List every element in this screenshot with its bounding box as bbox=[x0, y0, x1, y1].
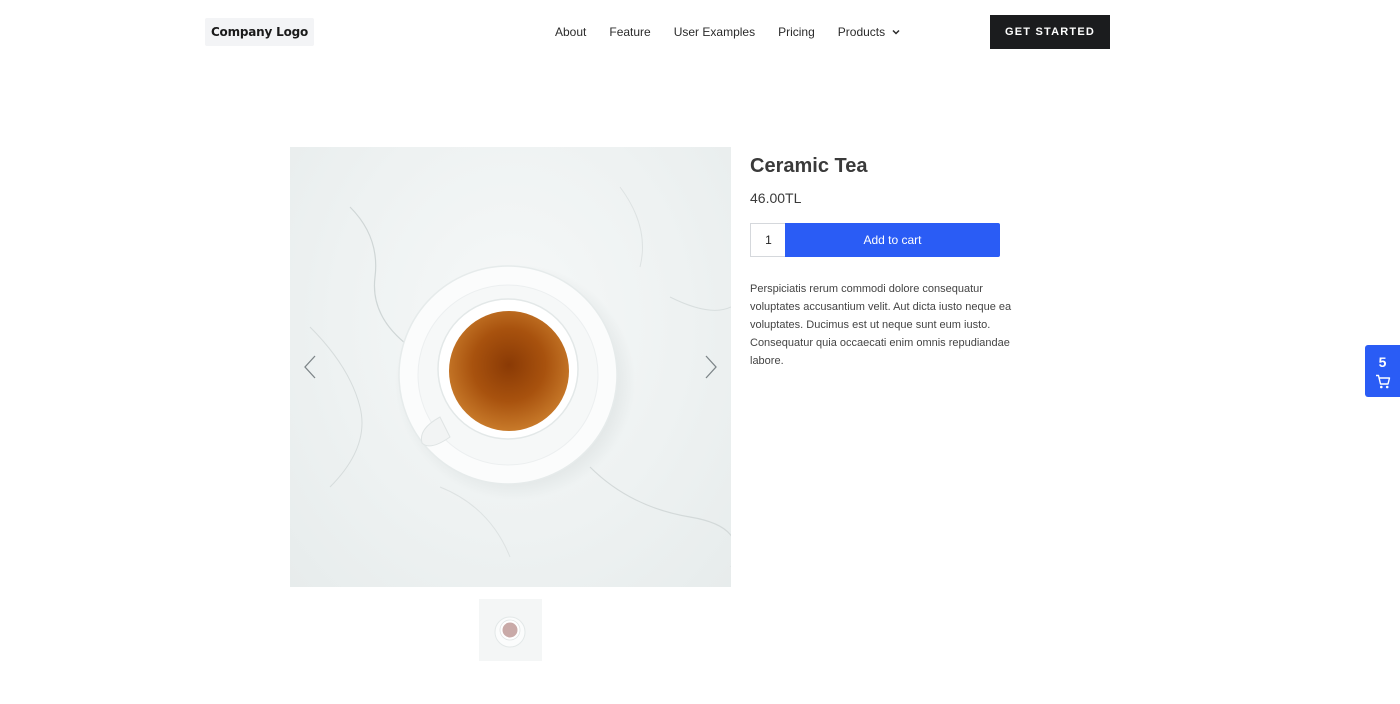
quantity-input[interactable] bbox=[750, 223, 786, 257]
main-nav: About Feature User Examples Pricing Prod… bbox=[555, 24, 901, 40]
carousel-prev-arrow-icon[interactable] bbox=[302, 354, 318, 380]
nav-about[interactable]: About bbox=[555, 24, 586, 40]
floating-cart-button[interactable]: 5 bbox=[1365, 345, 1400, 397]
product-description: Perspiciatis rerum commodi dolore conseq… bbox=[750, 283, 1012, 367]
product-image bbox=[309, 186, 731, 567]
nav-pricing[interactable]: Pricing bbox=[778, 24, 815, 40]
carousel-next-arrow-icon[interactable] bbox=[703, 354, 719, 380]
get-started-button[interactable]: GET STARTED bbox=[990, 15, 1110, 49]
chevron-down-icon bbox=[892, 29, 900, 35]
cart-count-badge: 5 bbox=[1378, 353, 1387, 370]
nav-products-label: Products bbox=[837, 25, 886, 39]
product-thumbnail[interactable] bbox=[479, 599, 542, 661]
product-image-carousel[interactable] bbox=[290, 147, 731, 587]
nav-products-dropdown[interactable]: Products bbox=[838, 24, 901, 40]
product-title: Ceramic Tea bbox=[750, 155, 868, 177]
company-logo[interactable]: Company Logo bbox=[205, 18, 314, 46]
cart-icon bbox=[1375, 374, 1390, 388]
add-to-cart-button[interactable]: Add to cart bbox=[785, 223, 1000, 257]
product-price: 46.00TL bbox=[750, 190, 802, 206]
nav-feature[interactable]: Feature bbox=[609, 24, 650, 40]
thumbnail-image bbox=[494, 616, 526, 648]
nav-user-examples[interactable]: User Examples bbox=[674, 24, 755, 40]
